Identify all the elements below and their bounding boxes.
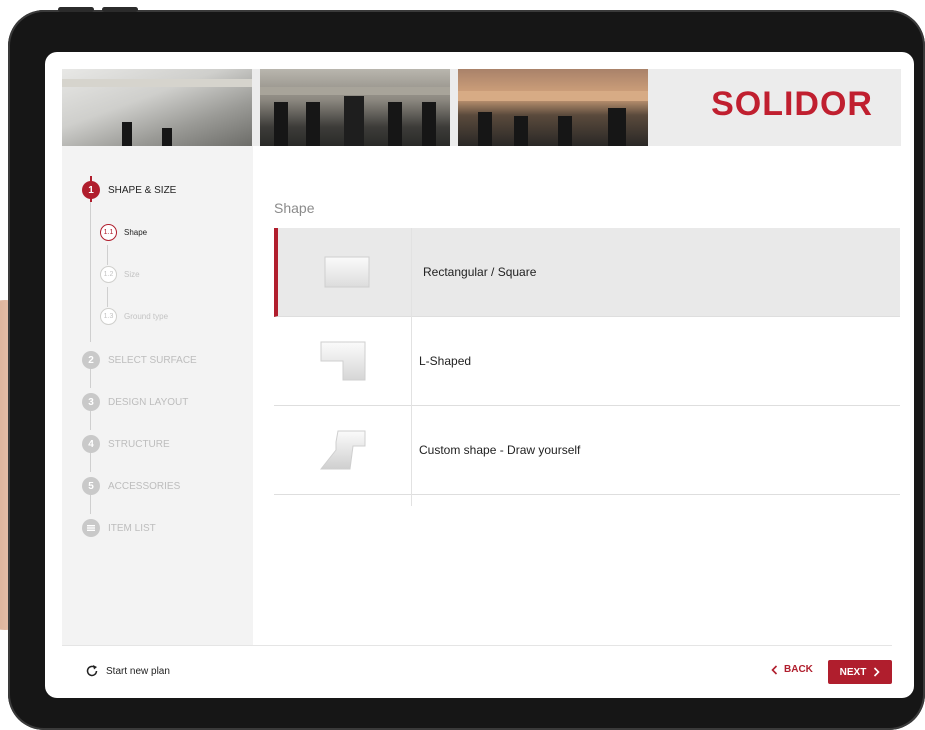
step-connector [90, 452, 91, 472]
back-label: BACK [784, 664, 813, 675]
banner-photo-underdeck [458, 69, 648, 146]
step-label: ACCESSORIES [108, 480, 181, 492]
step-connector [90, 410, 91, 430]
next-button[interactable]: NEXT [828, 660, 892, 684]
step-number: 5 [82, 477, 100, 495]
step-label: STRUCTURE [108, 438, 170, 450]
step-number: 1 [82, 181, 100, 199]
rectangle-shape-icon [324, 256, 369, 288]
substep-connector [107, 245, 108, 265]
start-new-plan-label: Start new plan [106, 665, 170, 677]
l-shape-icon [320, 341, 365, 381]
shape-option-label: Custom shape - Draw yourself [419, 443, 581, 457]
step-shape-size[interactable]: 1 SHAPE & SIZE [82, 181, 176, 199]
section-title: Shape [274, 200, 315, 216]
tablet-button [58, 7, 94, 12]
shape-option-custom[interactable]: Custom shape - Draw yourself [274, 406, 900, 495]
chevron-right-icon [874, 667, 880, 677]
shape-thumb-cell [278, 228, 415, 316]
shape-option-label: Rectangular / Square [423, 265, 537, 279]
step-number: 4 [82, 435, 100, 453]
step-design-layout[interactable]: 3 DESIGN LAYOUT [82, 393, 188, 411]
step-label: SELECT SURFACE [108, 354, 197, 366]
substep-ground-type[interactable]: 1.3 Ground type [100, 308, 168, 325]
header-banner: SOLIDOR [62, 69, 901, 146]
chevron-left-icon [771, 664, 778, 675]
shape-option-label: L-Shaped [419, 354, 472, 368]
substep-number: 1.3 [100, 308, 117, 325]
list-icon [82, 519, 100, 537]
tablet-frame: SOLIDOR 1 SHAPE & SIZE 1.1 Shape 1.2 Siz… [8, 7, 925, 730]
wizard-sidebar: 1 SHAPE & SIZE 1.1 Shape 1.2 Size 1.3 Gr… [62, 146, 253, 646]
footer-divider [62, 645, 892, 646]
substep-label: Shape [124, 228, 148, 237]
step-item-list[interactable]: ITEM LIST [82, 519, 156, 537]
banner-photo-pedestals [62, 69, 252, 146]
step-label: ITEM LIST [108, 522, 156, 534]
step-connector [90, 494, 91, 514]
step-structure[interactable]: 4 STRUCTURE [82, 435, 170, 453]
step-select-surface[interactable]: 2 SELECT SURFACE [82, 351, 197, 369]
shape-thumb-cell [274, 406, 411, 494]
custom-shape-icon [319, 430, 365, 470]
shape-options-list: Rectangular / Square L-Shaped Custom sha… [274, 228, 900, 506]
shape-option-l-shaped[interactable]: L-Shaped [274, 317, 900, 406]
solidor-logo: SOLIDOR [711, 85, 873, 123]
substep-connector [107, 287, 108, 307]
back-button[interactable]: BACK [771, 664, 813, 675]
step-accessories[interactable]: 5 ACCESSORIES [82, 477, 180, 495]
substep-label: Size [124, 270, 140, 279]
tablet-button [102, 7, 138, 12]
step-connector [90, 368, 91, 388]
step-number: 2 [82, 351, 100, 369]
app-screen: SOLIDOR 1 SHAPE & SIZE 1.1 Shape 1.2 Siz… [45, 52, 914, 698]
shape-thumb-cell [274, 317, 411, 405]
next-label: NEXT [839, 666, 867, 678]
shape-option-rectangular[interactable]: Rectangular / Square [274, 228, 900, 317]
substep-number: 1.1 [100, 224, 117, 241]
step-connector [90, 202, 91, 342]
step-number: 3 [82, 393, 100, 411]
substep-shape[interactable]: 1.1 Shape [100, 224, 147, 241]
column-divider [411, 228, 412, 506]
start-new-plan-button[interactable]: Start new plan [85, 664, 170, 678]
substep-number: 1.2 [100, 266, 117, 283]
refresh-icon [86, 665, 98, 677]
step-label: SHAPE & SIZE [108, 184, 177, 196]
substep-size[interactable]: 1.2 Size [100, 266, 140, 283]
step-label: DESIGN LAYOUT [108, 396, 189, 408]
substep-label: Ground type [124, 312, 169, 321]
banner-photo-supports [260, 69, 450, 146]
